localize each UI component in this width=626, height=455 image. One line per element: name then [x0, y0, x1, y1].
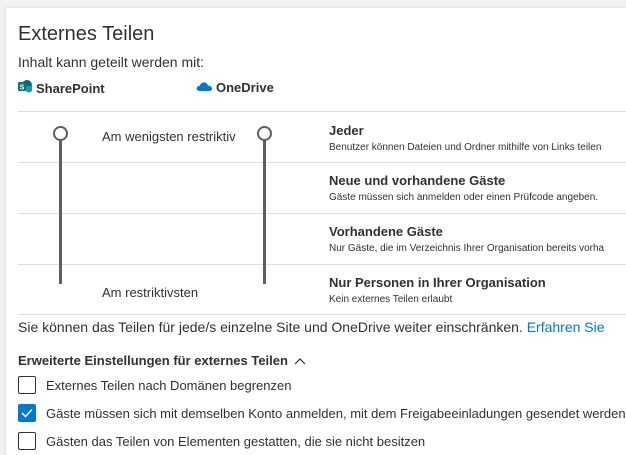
- level-description: Gäste müssen sich anmelden oder einen Pr…: [329, 192, 599, 203]
- level-name: Nur Personen in Ihrer Organisation: [329, 275, 546, 290]
- onedrive-slider-track[interactable]: [263, 138, 266, 284]
- least-restrictive-label: Am wenigsten restriktiv: [102, 129, 236, 144]
- advanced-settings-label: Erweiterte Einstellungen für externes Te…: [18, 353, 288, 368]
- checkbox[interactable]: [18, 376, 36, 394]
- checkbox-label: Externes Teilen nach Domänen begrenzen: [46, 377, 292, 393]
- level-anyone: Jeder Benutzer können Dateien und Ordner…: [329, 123, 601, 153]
- chevron-up-icon: [294, 353, 306, 368]
- page-title: Externes Teilen: [18, 23, 155, 45]
- row-divider: [18, 213, 626, 214]
- onedrive-label: OneDrive: [216, 80, 274, 95]
- level-description: Kein externes Teilen erlaubt: [329, 294, 453, 305]
- sharepoint-logo: S SharePoint: [18, 80, 105, 96]
- onedrive-cloud-icon: [196, 80, 212, 95]
- level-new-existing-guests: Neue und vorhandene Gäste Gäste müssen s…: [329, 173, 598, 203]
- row-divider: [18, 264, 626, 265]
- sharepoint-logo-icon: S: [18, 80, 33, 96]
- info-text-body: Sie können das Teilen für jede/s einzeln…: [18, 319, 527, 335]
- level-name: Vorhandene Gäste: [329, 224, 443, 239]
- level-existing-guests: Vorhandene Gäste Nur Gäste, die im Verze…: [329, 224, 604, 254]
- level-name: Neue und vorhandene Gäste: [329, 173, 506, 188]
- sharing-levels-section: Am wenigsten restriktiv Am restriktivste…: [18, 111, 626, 315]
- checkmark-icon: [21, 406, 33, 421]
- row-divider: [18, 162, 626, 163]
- advanced-settings-toggle[interactable]: Erweiterte Einstellungen für externes Te…: [18, 353, 306, 368]
- level-description: Nur Gäste, die im Verzeichnis Ihrer Orga…: [329, 243, 605, 254]
- checkbox-label: Gästen das Teilen von Elementen gestatte…: [46, 433, 426, 449]
- learn-more-link[interactable]: Erfahren Sie: [527, 319, 605, 335]
- most-restrictive-label: Am restriktivsten: [102, 285, 199, 300]
- level-only-organization: Nur Personen in Ihrer Organisation Kein …: [329, 275, 546, 305]
- checkbox-label: Gäste müssen sich mit demselben Konto an…: [46, 405, 626, 421]
- sharepoint-slider-track[interactable]: [59, 138, 62, 284]
- checkbox[interactable]: [18, 432, 36, 450]
- row-divider: [18, 314, 626, 315]
- external-sharing-panel: Externes Teilen Inhalt kann geteilt werd…: [6, 8, 626, 455]
- level-name: Jeder: [329, 123, 364, 138]
- sharepoint-label: SharePoint: [36, 80, 105, 96]
- option-allow-guest-resharing[interactable]: Gästen das Teilen von Elementen gestatte…: [18, 432, 425, 450]
- checkbox-checked[interactable]: [18, 404, 36, 422]
- level-description: Benutzer können Dateien und Ordner mithi…: [329, 142, 602, 153]
- sharepoint-slider-handle[interactable]: [53, 126, 68, 141]
- onedrive-logo: OneDrive: [196, 80, 274, 95]
- onedrive-slider-handle[interactable]: [257, 126, 272, 141]
- option-limit-domains[interactable]: Externes Teilen nach Domänen begrenzen: [18, 376, 291, 394]
- info-text: Sie können das Teilen für jede/s einzeln…: [18, 319, 605, 335]
- option-guests-same-account[interactable]: Gäste müssen sich mit demselben Konto an…: [18, 404, 626, 422]
- page-subtitle: Inhalt kann geteilt werden mit:: [18, 54, 204, 70]
- svg-text:S: S: [20, 85, 25, 92]
